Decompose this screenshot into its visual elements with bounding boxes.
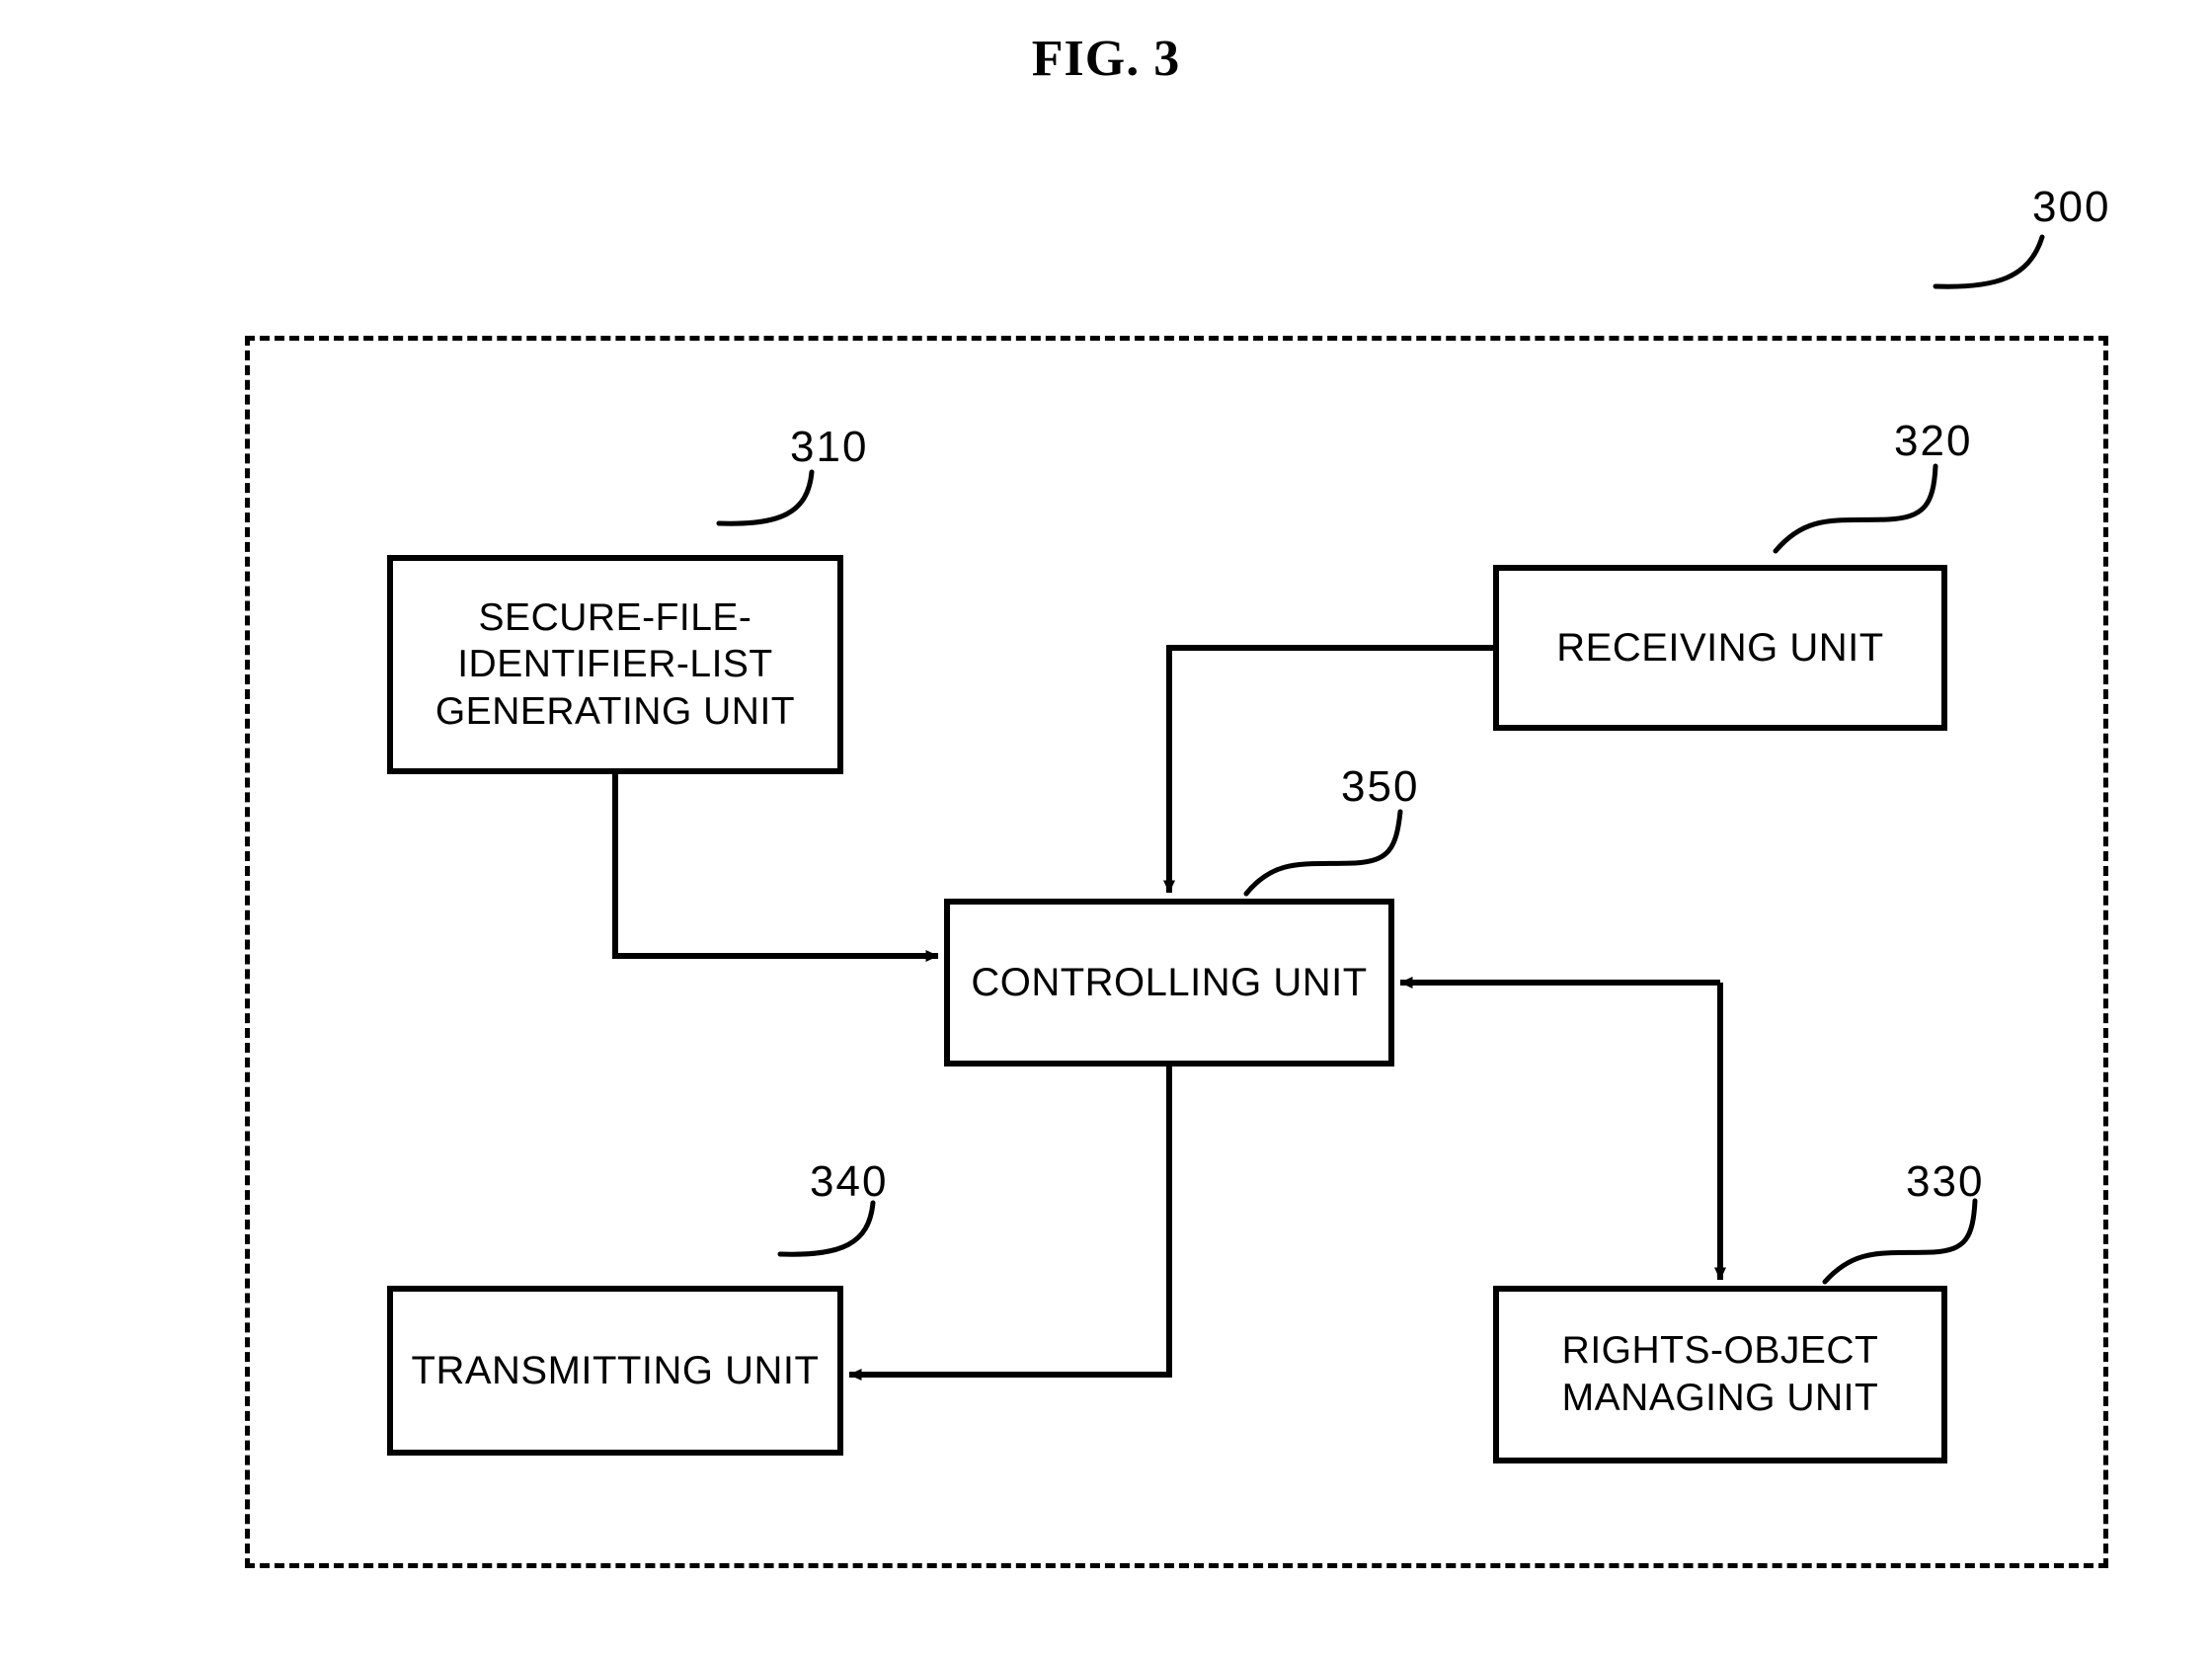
block-secure-file-identifier-list-generating-unit: SECURE-FILE- IDENTIFIER-LIST GENERATING … xyxy=(387,555,843,774)
block-controlling-unit: CONTROLLING UNIT xyxy=(944,899,1394,1067)
reference-numeral-300: 300 xyxy=(2032,183,2111,231)
reference-numeral-340: 340 xyxy=(810,1157,889,1206)
block-label: RECEIVING UNIT xyxy=(1556,625,1884,670)
block-transmitting-unit: TRANSMITTING UNIT xyxy=(387,1286,843,1456)
leader-line-300 xyxy=(1933,234,2045,289)
block-receiving-unit: RECEIVING UNIT xyxy=(1493,565,1947,731)
block-label: CONTROLLING UNIT xyxy=(971,960,1368,1004)
reference-numeral-350: 350 xyxy=(1341,762,1420,811)
figure-title: FIG. 3 xyxy=(1031,31,1181,87)
reference-numeral-320: 320 xyxy=(1894,417,1973,465)
block-label: SECURE-FILE- IDENTIFIER-LIST GENERATING … xyxy=(434,595,796,733)
reference-numeral-330: 330 xyxy=(1906,1157,1985,1206)
block-label: RIGHTS-OBJECT MANAGING UNIT xyxy=(1561,1329,1879,1419)
block-rights-object-managing-unit: RIGHTS-OBJECT MANAGING UNIT xyxy=(1493,1286,1947,1463)
reference-numeral-310: 310 xyxy=(790,423,869,471)
patent-figure: FIG. 3 SECURE-FILE- IDENTIFIER-LIST GENE… xyxy=(0,0,2212,1660)
block-label: TRANSMITTING UNIT xyxy=(411,1348,820,1392)
